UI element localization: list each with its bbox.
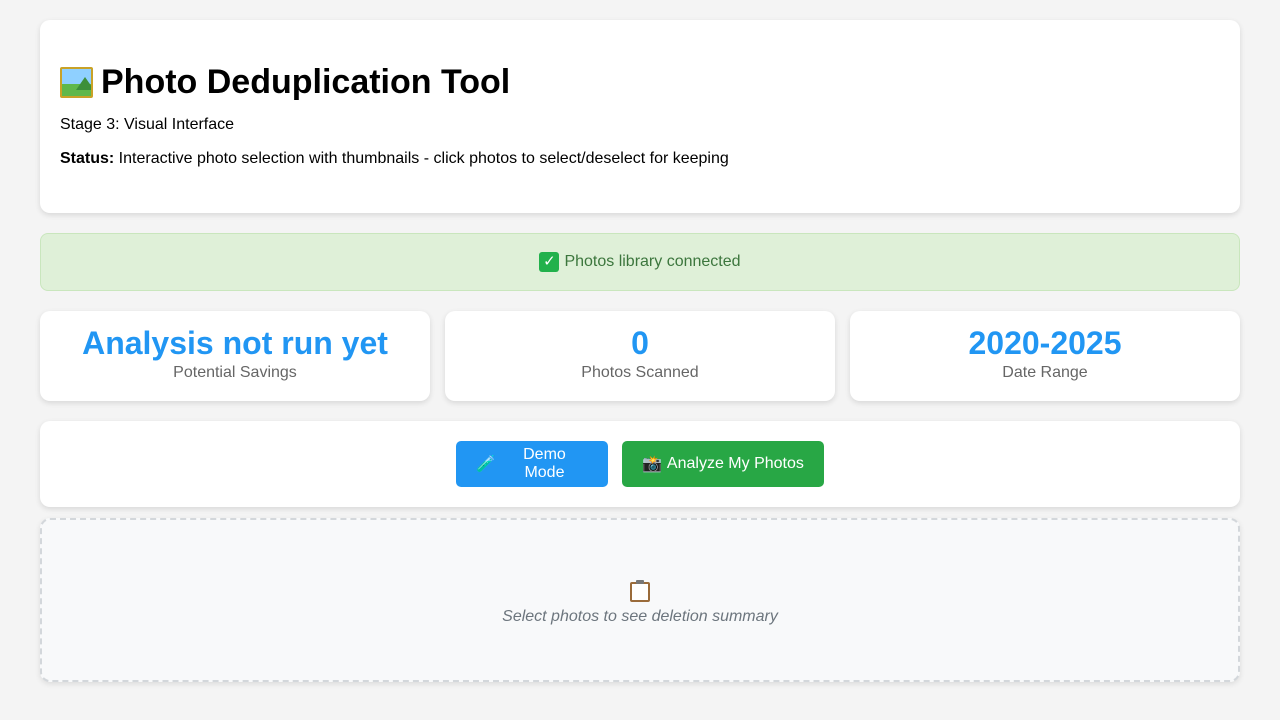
- status-label: Status:: [60, 150, 115, 167]
- camera-flash-icon: 📸: [642, 456, 662, 473]
- status-line: Status: Interactive photo selection with…: [60, 149, 1220, 169]
- stat-value: 0: [631, 325, 649, 361]
- stat-label: Photos Scanned: [581, 364, 699, 381]
- stat-value: 2020-2025: [968, 325, 1122, 361]
- analyze-photos-label: Analyze My Photos: [666, 455, 804, 472]
- stat-label: Potential Savings: [173, 364, 297, 381]
- stat-photos-scanned: 0 Photos Scanned: [445, 311, 835, 401]
- analyze-photos-button[interactable]: 📸 Analyze My Photos: [622, 441, 824, 487]
- test-tube-icon: 🧪: [476, 456, 496, 473]
- stats-row: Analysis not run yet Potential Savings 0…: [40, 311, 1240, 401]
- page-container: Photo Deduplication Tool Stage 3: Visual…: [40, 20, 1240, 682]
- stat-value: Analysis not run yet: [82, 325, 388, 361]
- stat-potential-savings: Analysis not run yet Potential Savings: [40, 311, 430, 401]
- stat-date-range: 2020-2025 Date Range: [850, 311, 1240, 401]
- stage-subtitle: Stage 3: Visual Interface: [60, 116, 235, 133]
- status-text: Interactive photo selection with thumbna…: [114, 150, 729, 167]
- connection-banner: ✓ Photos library connected: [40, 233, 1240, 291]
- stat-label: Date Range: [1002, 364, 1088, 381]
- demo-mode-label: Demo Mode: [523, 446, 566, 481]
- actions-card: 🧪 Demo Mode 📸 Analyze My Photos: [40, 421, 1240, 507]
- deletion-summary-placeholder: Select photos to see deletion summary: [502, 608, 778, 625]
- header-card: Photo Deduplication Tool Stage 3: Visual…: [40, 20, 1240, 213]
- clipboard-icon: [630, 580, 650, 602]
- page-title-text: Photo Deduplication Tool: [101, 63, 511, 101]
- connection-banner-text: Photos library connected: [564, 253, 741, 270]
- page-title: Photo Deduplication Tool: [60, 63, 1220, 101]
- deletion-summary-panel: Select photos to see deletion summary: [40, 518, 1240, 682]
- demo-mode-button[interactable]: 🧪 Demo Mode: [456, 441, 608, 487]
- check-mark-icon: ✓: [539, 252, 560, 272]
- framed-picture-icon: [60, 66, 93, 98]
